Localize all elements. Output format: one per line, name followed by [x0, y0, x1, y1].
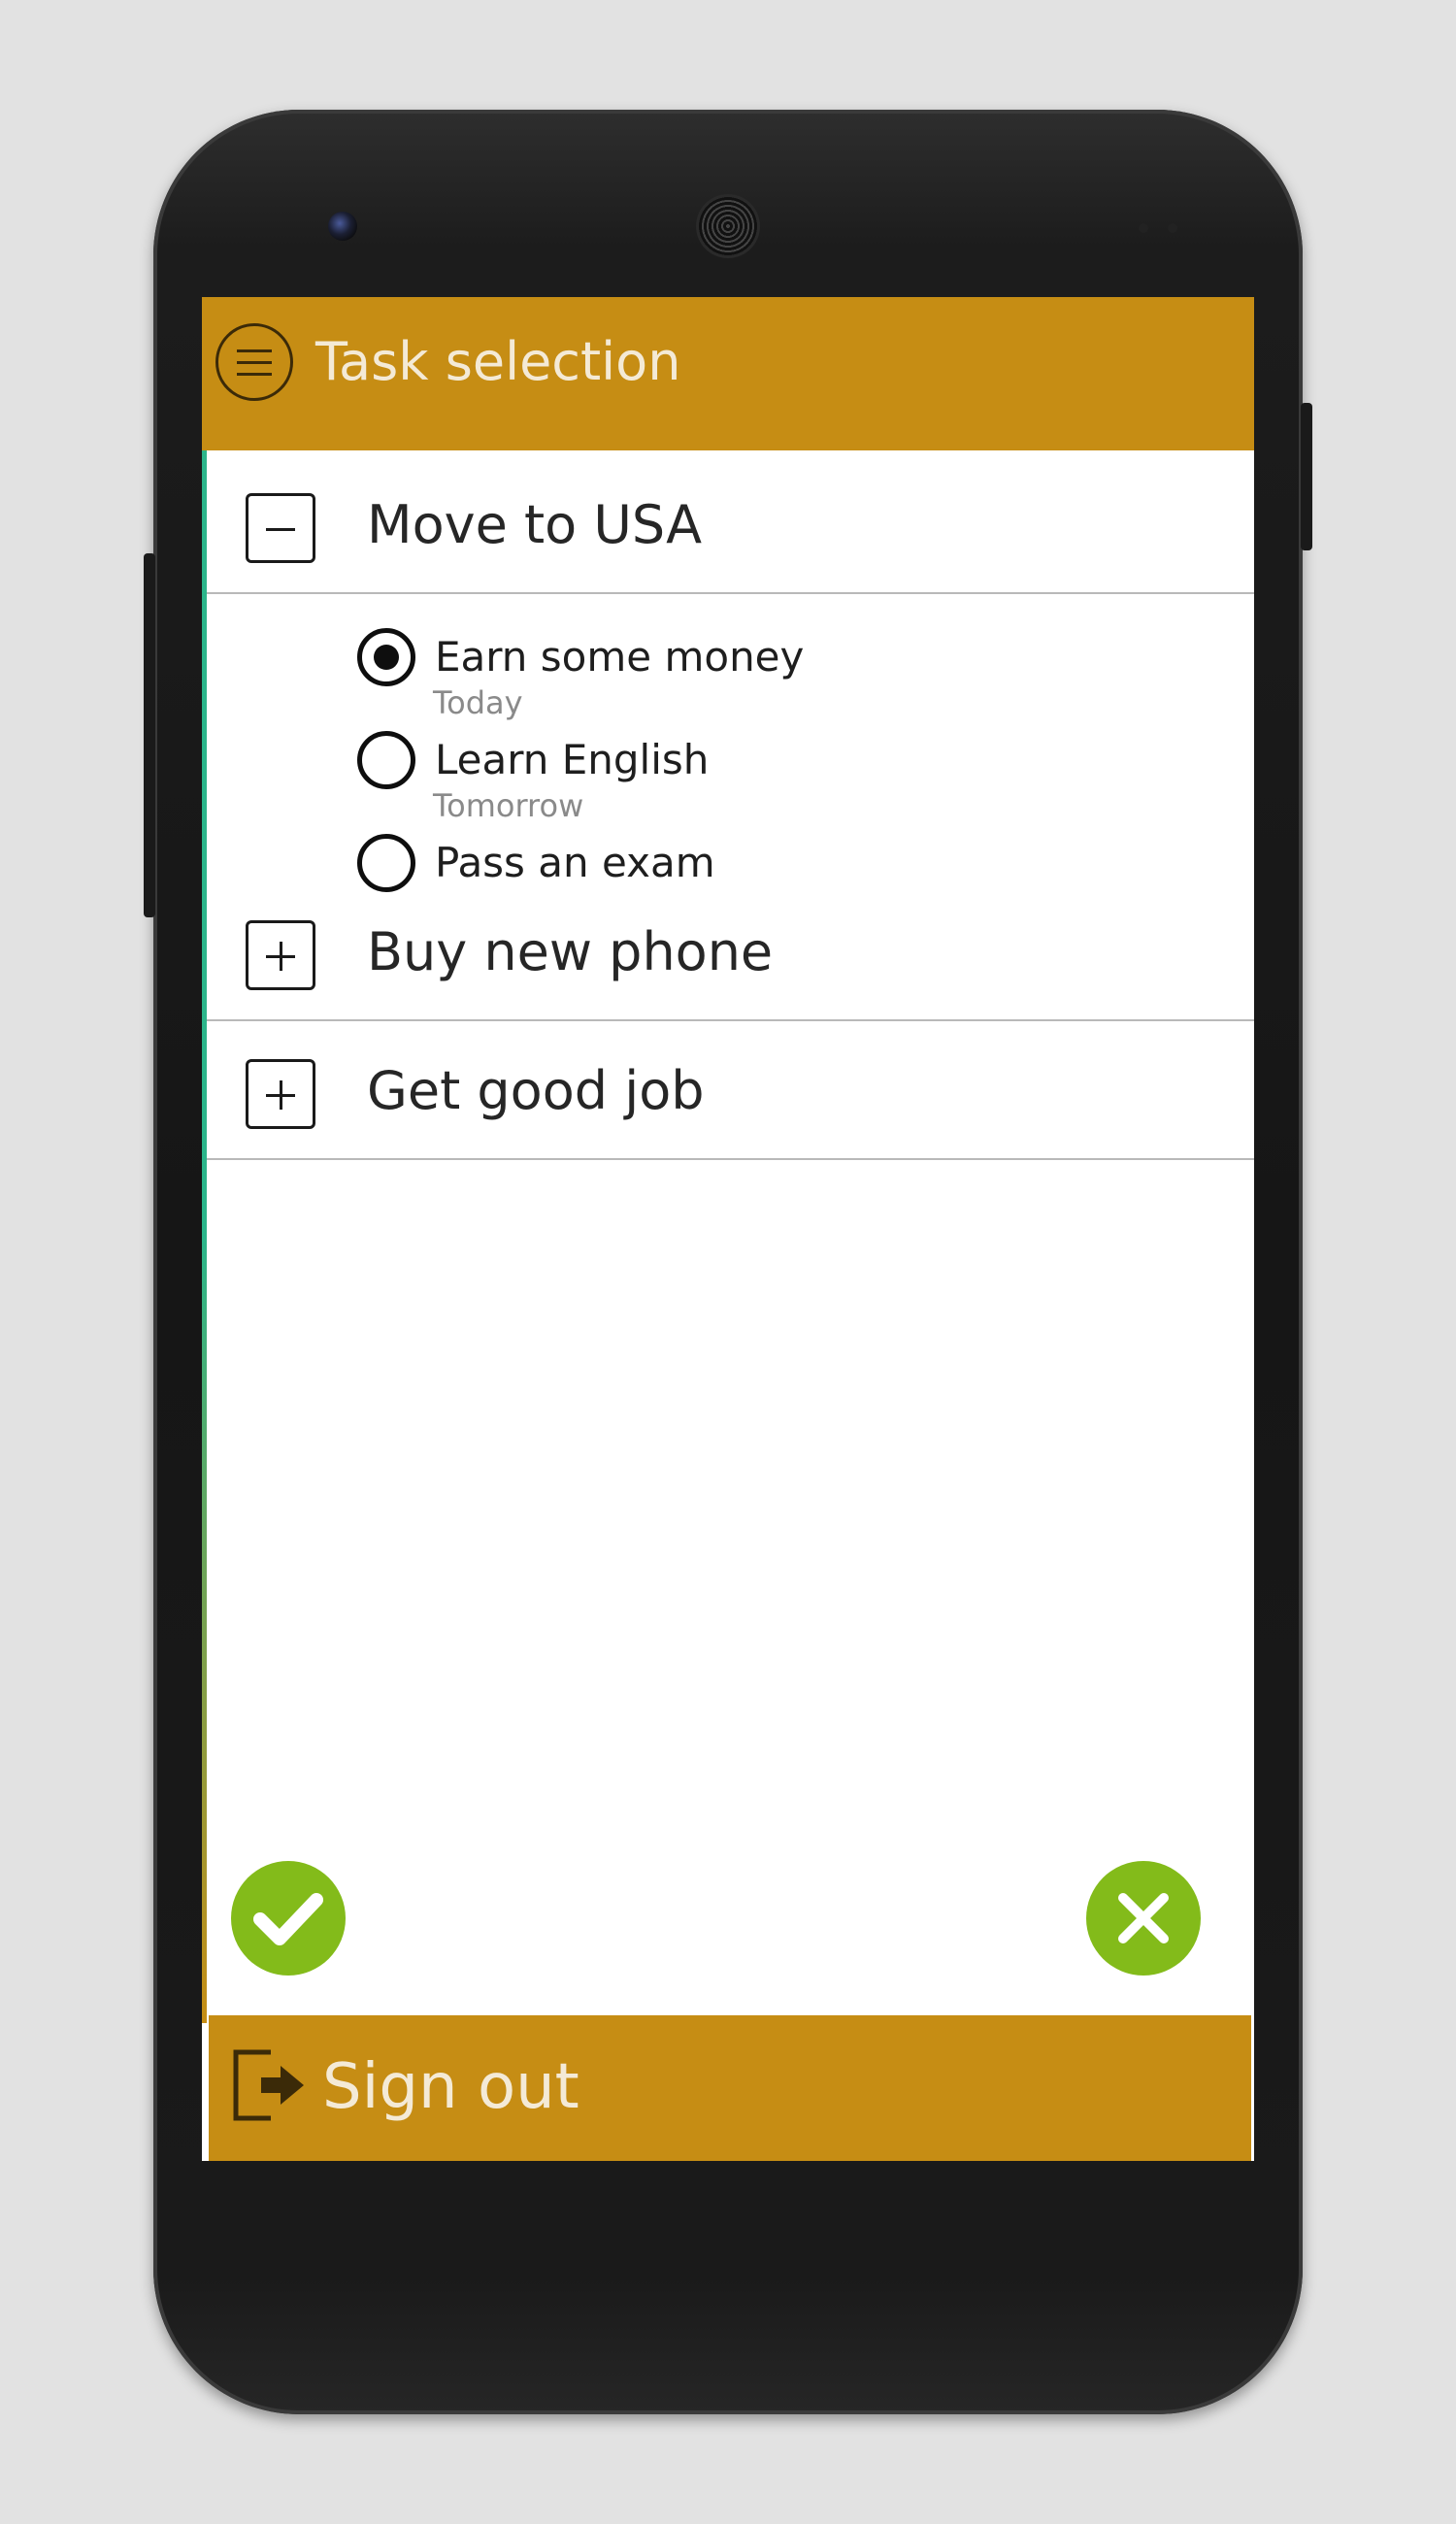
accent-stripe [202, 450, 207, 2023]
earpiece-speaker [699, 197, 757, 255]
sign-out-button[interactable]: Sign out [209, 2015, 1251, 2161]
proximity-sensor [1139, 223, 1148, 233]
front-camera [328, 212, 357, 241]
subtask-date: Today [433, 684, 523, 721]
sign-out-label: Sign out [322, 2051, 579, 2123]
subtask-label: Earn some money [435, 633, 805, 681]
cancel-button[interactable] [1086, 1861, 1201, 1976]
task-row-buy-new-phone[interactable]: Buy new phone [207, 878, 1254, 1021]
task-row-move-to-usa[interactable]: Move to USA [207, 450, 1254, 594]
confirm-button[interactable] [231, 1861, 346, 1976]
subtask-date: Tomorrow [433, 787, 584, 824]
task-label: Move to USA [367, 494, 703, 555]
task-row-get-good-job[interactable]: Get good job [207, 1016, 1254, 1160]
power-button [1301, 403, 1312, 550]
checkmark-icon [253, 1893, 323, 1945]
hamburger-menu-icon[interactable] [215, 323, 293, 401]
radio-unselected-icon[interactable] [357, 731, 415, 789]
task-label: Buy new phone [367, 921, 774, 982]
page-title: Task selection [315, 331, 681, 392]
app-bar: Task selection [202, 297, 1254, 450]
subtask-label: Learn English [435, 736, 710, 783]
light-sensor [1168, 223, 1177, 233]
close-icon [1118, 1893, 1169, 1943]
sign-out-icon [233, 2049, 304, 2121]
expand-icon[interactable] [246, 920, 315, 990]
task-label: Get good job [367, 1060, 705, 1121]
radio-selected-icon[interactable] [357, 628, 415, 686]
volume-button [144, 553, 155, 917]
collapse-icon[interactable] [246, 493, 315, 563]
expand-icon[interactable] [246, 1059, 315, 1129]
app-screen: Task selection Move to USA Earn some mon… [202, 297, 1254, 2161]
